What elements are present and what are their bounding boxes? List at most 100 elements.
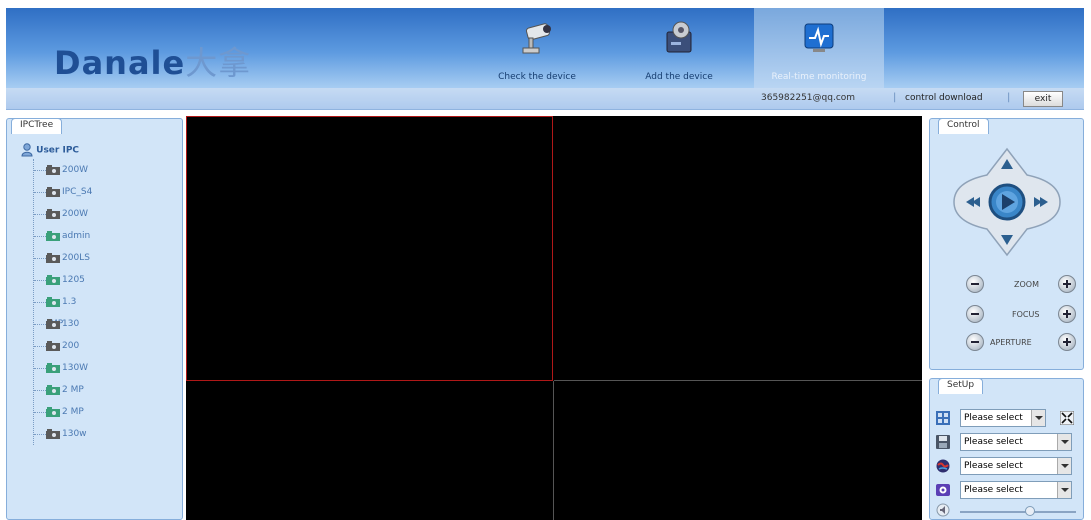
exit-button[interactable]: exit bbox=[1023, 91, 1063, 107]
monitor-icon bbox=[804, 23, 834, 52]
tree-item[interactable]: 130 bbox=[34, 313, 92, 335]
tree-item[interactable]: 200 bbox=[34, 335, 92, 357]
stream-select[interactable]: Please select bbox=[960, 457, 1072, 475]
settings-icon bbox=[936, 484, 950, 496]
chevron-down-icon bbox=[1031, 410, 1045, 426]
camera-folder-icon bbox=[46, 341, 60, 351]
tree-item-label: 130 bbox=[62, 319, 80, 329]
tree-item[interactable]: IPC_S4 bbox=[34, 181, 92, 203]
separator: | bbox=[893, 92, 897, 103]
video-grid bbox=[186, 116, 922, 520]
setup-row-network: Please select bbox=[936, 457, 1080, 477]
user-icon bbox=[21, 143, 33, 157]
tree-item-label: 130w bbox=[62, 429, 87, 439]
globe-icon bbox=[936, 459, 950, 473]
chevron-down-icon bbox=[1057, 434, 1071, 450]
aperture-plus-button[interactable] bbox=[1058, 333, 1076, 351]
tree-item[interactable]: 200W bbox=[34, 203, 92, 225]
tree-item-label: 200W bbox=[62, 209, 89, 219]
setup-row-layout: Please select bbox=[936, 409, 1080, 429]
camera-folder-icon bbox=[46, 429, 60, 439]
video-cell-4[interactable] bbox=[554, 382, 922, 520]
nav-realtime-monitoring-label: Real-time monitoring bbox=[771, 72, 867, 82]
ptz-dpad bbox=[953, 147, 1061, 257]
save-icon bbox=[936, 435, 950, 449]
nav-realtime-monitoring[interactable]: Real-time monitoring bbox=[754, 8, 884, 88]
chevron-down-icon bbox=[1057, 458, 1071, 474]
play-icon[interactable] bbox=[988, 183, 1026, 221]
ipc-tree-panel: IPCTree User IPC 200W IPC_S4 200W admin 200L… bbox=[6, 118, 183, 520]
aperture-minus-button[interactable] bbox=[966, 333, 984, 351]
record-select-value: Please select bbox=[964, 437, 1023, 447]
control-panel: Control ZOOM FOCUS APERTURE bbox=[929, 118, 1084, 370]
separator: | bbox=[1007, 92, 1011, 103]
aperture-label: APERTURE bbox=[990, 338, 1032, 347]
record-select[interactable]: Please select bbox=[960, 433, 1072, 451]
nav-check-device-label: Check the device bbox=[498, 72, 576, 82]
fullscreen-icon[interactable] bbox=[1060, 411, 1074, 425]
camera-folder-icon bbox=[46, 165, 60, 175]
focus-minus-button[interactable] bbox=[966, 305, 984, 323]
camera-folder-icon bbox=[46, 209, 60, 219]
stream-select-value: Please select bbox=[964, 461, 1023, 471]
control-download-link[interactable]: control download bbox=[905, 93, 983, 103]
tree-item-label: 200 bbox=[62, 341, 80, 351]
aperture-row: APERTURE bbox=[966, 333, 1078, 353]
focus-label: FOCUS bbox=[1012, 310, 1040, 319]
tree-item[interactable]: admin bbox=[34, 225, 92, 247]
tree-list: 200W IPC_S4 200W admin 200LS 1205 1.3 MP130 200… bbox=[33, 159, 92, 445]
zoom-out-button[interactable] bbox=[966, 275, 984, 293]
tree-item-label: 200LS bbox=[62, 253, 90, 263]
tree-item-label: 200W bbox=[62, 165, 89, 175]
tree-item[interactable]: 1.3 MP bbox=[34, 291, 92, 329]
logo-latin: Danale bbox=[54, 44, 186, 82]
account-bar: 365982251@qq.com | control download | ex… bbox=[6, 88, 1084, 110]
setup-row-save: Please select bbox=[936, 433, 1080, 453]
setup-row-settings: Please select bbox=[936, 481, 1080, 501]
chevron-down-icon bbox=[1057, 482, 1071, 498]
video-cell-3[interactable] bbox=[186, 381, 554, 520]
layout-grid-icon bbox=[936, 411, 950, 425]
camera-folder-icon bbox=[46, 319, 60, 329]
settings-select[interactable]: Please select bbox=[960, 481, 1072, 499]
nav-add-device[interactable]: Add the device bbox=[614, 8, 744, 88]
speaker-icon bbox=[936, 503, 950, 517]
ipc-tree: User IPC 200W IPC_S4 200W admin 200LS 1205 1.3… bbox=[21, 143, 92, 445]
tree-item-label: 130W bbox=[62, 363, 89, 373]
tree-item[interactable]: 1205 bbox=[34, 269, 92, 291]
zoom-in-button[interactable] bbox=[1058, 275, 1076, 293]
tree-item[interactable]: 200LS bbox=[34, 247, 92, 269]
tree-item[interactable]: 200W bbox=[34, 159, 92, 181]
tree-item[interactable]: 2 MP bbox=[34, 379, 92, 401]
tree-item-label: 2 MP bbox=[62, 407, 84, 417]
tree-item[interactable]: 130w bbox=[34, 423, 92, 445]
volume-slider[interactable] bbox=[936, 503, 1080, 517]
user-email: 365982251@qq.com bbox=[761, 93, 856, 103]
camera-folder-icon bbox=[46, 297, 60, 307]
layout-select-value: Please select bbox=[964, 413, 1023, 423]
tree-item[interactable]: 2 MP bbox=[34, 401, 92, 423]
tab-setup[interactable]: SetUp bbox=[938, 378, 984, 394]
layout-select[interactable]: Please select bbox=[960, 409, 1046, 427]
tree-item-label: admin bbox=[62, 231, 91, 241]
nav-check-device[interactable]: Check the device bbox=[472, 8, 602, 88]
tab-ipctree[interactable]: IPCTree bbox=[11, 118, 63, 134]
slider-track[interactable] bbox=[960, 511, 1076, 513]
focus-row: FOCUS bbox=[966, 305, 1078, 325]
settings-select-value: Please select bbox=[964, 485, 1023, 495]
tree-item[interactable]: 130W bbox=[34, 357, 92, 379]
zoom-row: ZOOM bbox=[966, 275, 1078, 295]
zoom-label: ZOOM bbox=[1014, 280, 1039, 289]
focus-plus-button[interactable] bbox=[1058, 305, 1076, 323]
slider-thumb[interactable] bbox=[1024, 506, 1035, 516]
tree-item-label: IPC_S4 bbox=[62, 187, 93, 197]
camera-folder-icon bbox=[46, 407, 60, 417]
tree-item-label: 1205 bbox=[62, 275, 85, 285]
video-cell-2[interactable] bbox=[554, 116, 922, 381]
danale-logo: Danale大拿 bbox=[54, 38, 251, 84]
video-cell-1[interactable] bbox=[186, 116, 553, 381]
camera-folder-icon bbox=[46, 187, 60, 197]
camera-folder-icon bbox=[46, 385, 60, 395]
setup-panel: SetUp Please select Please select Please… bbox=[929, 378, 1084, 520]
tab-control[interactable]: Control bbox=[938, 118, 989, 134]
